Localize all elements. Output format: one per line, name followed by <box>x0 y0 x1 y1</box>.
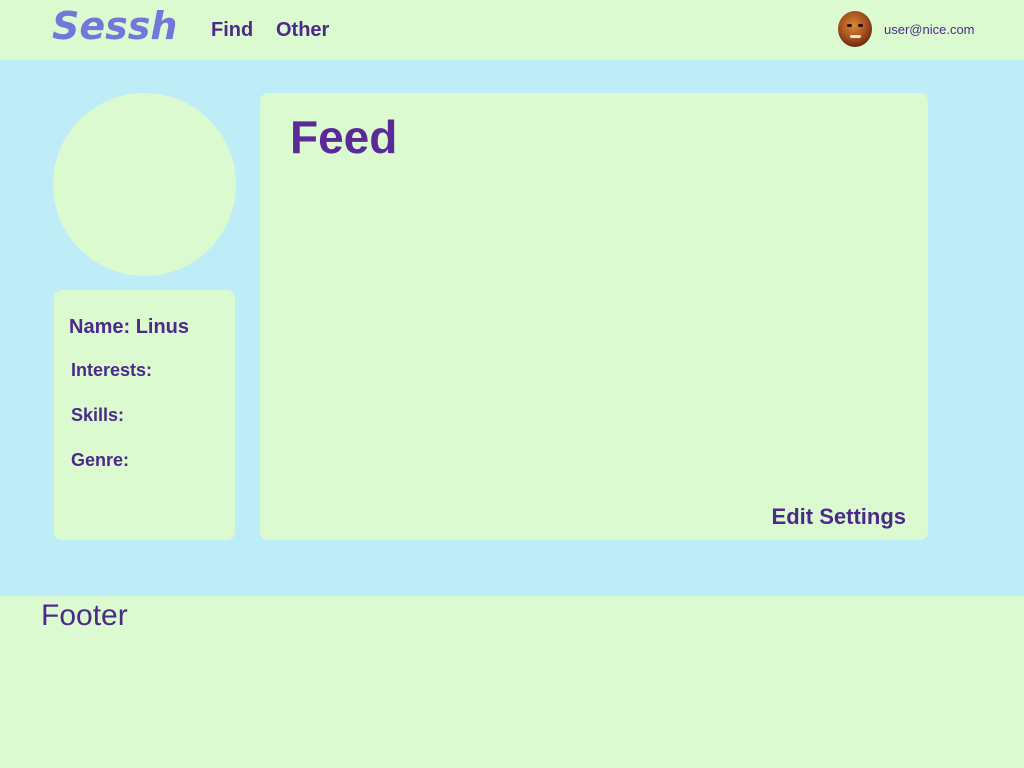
profile-interests-label: Interests: <box>71 360 153 380</box>
feed-title: Feed <box>290 111 398 163</box>
user-email[interactable]: user@nice.com <box>884 22 975 37</box>
profile-genre-label: Genre: <box>71 450 130 470</box>
profile-name: Name: Linus <box>69 316 190 338</box>
user-avatar-icon[interactable] <box>838 11 872 47</box>
feed-panel: Feed Edit Settings <box>260 93 928 540</box>
main-content: Name: Linus Interests: Skills: Genre: Fe… <box>0 60 1024 596</box>
nav-link-find[interactable]: Find <box>211 19 253 42</box>
avatar-eye-left <box>847 24 852 27</box>
footer: Footer <box>0 596 1024 768</box>
profile-picture <box>53 93 236 276</box>
nav-link-other[interactable]: Other <box>276 19 329 42</box>
header-bar: Sessh Find Other user@nice.com <box>0 0 1024 60</box>
footer-text: Footer <box>41 599 128 632</box>
site-logo[interactable]: Sessh <box>52 4 177 48</box>
profile-info-card: Name: Linus Interests: Skills: Genre: <box>54 290 235 540</box>
avatar-eye-right <box>858 24 863 27</box>
edit-settings-link[interactable]: Edit Settings <box>772 504 906 530</box>
avatar-mouth <box>850 35 861 38</box>
profile-skills-label: Skills: <box>71 405 125 425</box>
